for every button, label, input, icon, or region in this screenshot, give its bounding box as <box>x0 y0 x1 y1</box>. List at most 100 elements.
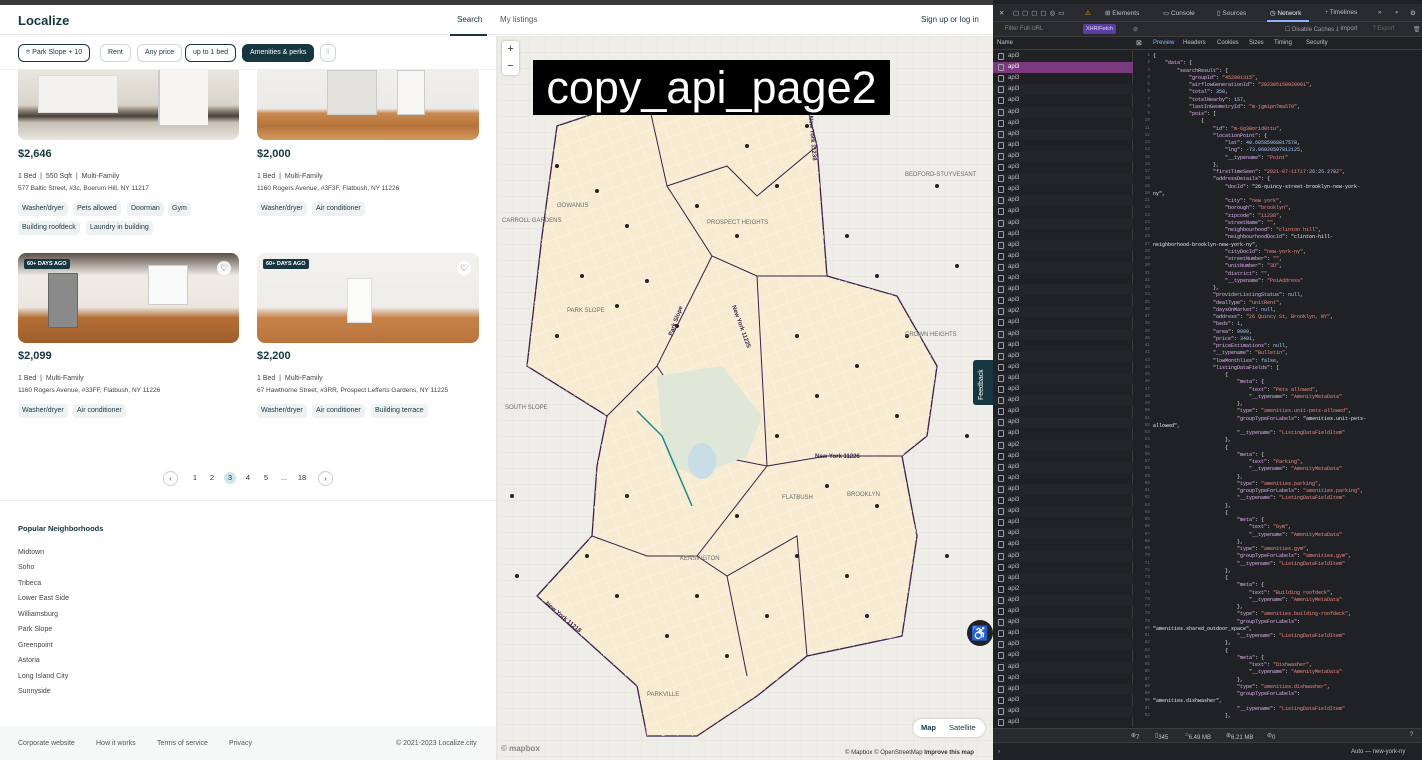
network-request-row[interactable]: api3 <box>993 273 1133 284</box>
improve-map-link[interactable]: Improve this map <box>924 750 974 756</box>
subtab-timing[interactable]: Timing <box>1274 40 1292 46</box>
amenities-filter-chip[interactable]: Amenities & perks <box>242 44 315 62</box>
network-request-row[interactable]: api3 <box>993 417 1133 429</box>
zoom-in-button[interactable]: + <box>502 41 519 58</box>
subtab-security[interactable]: Security <box>1306 40 1328 46</box>
network-request-row[interactable]: api3 <box>993 395 1133 407</box>
search-icon[interactable]: ⌕ <box>1395 9 1399 17</box>
network-request-row[interactable]: api3 <box>993 317 1133 328</box>
nav-search[interactable]: Search <box>457 15 482 24</box>
neighborhood-link[interactable]: Astoria <box>18 657 40 664</box>
deal-filter-chip[interactable]: Rent <box>100 44 131 62</box>
network-request-row[interactable]: api3 <box>993 572 1133 584</box>
disable-caches-toggle[interactable]: ☐ Disable Caches <box>1285 26 1334 33</box>
footer-link[interactable]: Terms of service <box>157 740 208 747</box>
page-link[interactable]: 2 <box>206 473 218 482</box>
neighborhood-link[interactable]: Greenpoint <box>18 642 53 649</box>
network-request-row[interactable]: api3 <box>993 350 1133 362</box>
neighborhood-link[interactable]: Williamsburg <box>18 611 58 618</box>
tab-sources[interactable]: ▯ Sources <box>1217 9 1246 17</box>
network-request-row[interactable]: api3 <box>993 695 1133 706</box>
neighborhood-link[interactable]: Tribeca <box>18 580 41 587</box>
favorite-heart-icon[interactable]: ♡ <box>217 261 231 275</box>
feedback-tab[interactable]: Feedback <box>973 360 993 405</box>
network-request-row[interactable]: api3 <box>993 495 1133 506</box>
network-request-row[interactable]: api3 <box>993 229 1133 240</box>
neighborhood-link[interactable]: Long Island City <box>18 673 68 680</box>
close-icon[interactable]: ✕ <box>999 9 1004 17</box>
network-request-row[interactable]: api3 <box>993 406 1133 417</box>
logo[interactable]: Localize <box>18 13 69 28</box>
network-request-row[interactable]: api3 <box>993 128 1133 140</box>
network-request-row[interactable]: api3 <box>993 461 1133 473</box>
map-toggle-option[interactable]: Map <box>921 719 936 737</box>
footer-link[interactable]: Corporate website <box>18 740 75 747</box>
network-request-row[interactable]: api3 <box>993 184 1133 195</box>
subtab-preview[interactable]: Preview <box>1153 40 1174 46</box>
tab-timelines[interactable]: ◔ Timelines <box>1324 9 1357 16</box>
network-request-row[interactable]: api3 <box>993 73 1133 84</box>
network-request-row[interactable]: api3 <box>993 206 1133 217</box>
page-link[interactable]: 1 <box>189 473 201 482</box>
network-request-row[interactable]: api3 <box>993 528 1133 540</box>
tab-console[interactable]: ▭ Console <box>1163 9 1195 17</box>
listing-photo[interactable] <box>18 70 239 140</box>
neighborhood-link[interactable]: Lower East Side <box>18 595 69 602</box>
network-request-row[interactable]: api3 <box>993 95 1133 106</box>
network-request-row[interactable]: api3 <box>993 328 1133 340</box>
help-icon[interactable]: ? <box>1410 732 1413 738</box>
network-request-row[interactable]: api3 <box>993 517 1133 528</box>
trash-icon[interactable]: 🗑 <box>1413 26 1421 33</box>
network-request-row[interactable]: api3 <box>993 362 1133 373</box>
nav-my-listings[interactable]: My listings <box>500 15 537 24</box>
network-request-row[interactable]: api3 <box>993 62 1133 74</box>
network-request-row[interactable]: api3 <box>993 261 1133 273</box>
network-request-row[interactable]: api3 <box>993 150 1133 162</box>
price-filter-chip[interactable]: Any price <box>137 44 183 62</box>
page-link[interactable]: 18 <box>295 473 309 482</box>
signup-login-link[interactable]: Sign up or log in <box>921 15 979 24</box>
network-request-row[interactable]: api3 <box>993 428 1133 439</box>
network-request-row[interactable]: api3 <box>993 539 1133 550</box>
import-button[interactable]: ⤓ Import <box>1336 26 1357 33</box>
map-canvas[interactable]: GOWANUS CARROLL GARDENS PROSPECT HEIGHTS… <box>497 36 993 760</box>
network-request-row[interactable]: api3 <box>993 617 1133 629</box>
filter-url-input[interactable]: Filter Full URL <box>997 24 1079 34</box>
accessibility-icon[interactable]: ♿ <box>967 620 993 646</box>
network-request-row[interactable]: api3 <box>993 483 1133 495</box>
network-request-row[interactable]: api3 <box>993 251 1133 262</box>
network-request-row[interactable]: api3 <box>993 661 1133 673</box>
tab-network[interactable]: ◷ Network <box>1270 9 1301 17</box>
close-detail-icon[interactable]: ⊠ <box>1136 39 1142 47</box>
warning-icon[interactable]: ⚠ <box>1085 9 1091 17</box>
network-request-row[interactable]: api3 <box>993 295 1133 306</box>
network-request-row[interactable]: api3 <box>993 195 1133 207</box>
network-request-row[interactable]: api3 <box>993 594 1133 606</box>
network-request-row[interactable]: api3 <box>993 162 1133 173</box>
network-request-row[interactable]: api3 <box>993 340 1133 351</box>
footer-link[interactable]: How it works <box>96 740 136 747</box>
network-request-row[interactable]: api3 <box>993 217 1133 229</box>
network-request-row[interactable]: api3 <box>993 451 1133 462</box>
favorite-heart-icon[interactable]: ♡ <box>457 261 471 275</box>
clear-filter-icon[interactable]: ⊘ <box>1133 26 1138 33</box>
network-request-row[interactable]: api3 <box>993 84 1133 96</box>
layout-icons[interactable]: ▢▢▢▢◎▭ <box>1013 9 1067 17</box>
settings-icon[interactable]: ⚙ <box>1410 9 1416 17</box>
network-request-row[interactable]: api3 <box>993 372 1133 384</box>
footer-link[interactable]: Privacy <box>229 740 252 747</box>
network-request-row[interactable]: api3 <box>993 106 1133 118</box>
subtab-cookies[interactable]: Cookies <box>1217 40 1239 46</box>
beds-filter-chip[interactable]: up to 1 bed <box>185 44 237 62</box>
neighborhood-link[interactable]: Sunnyside <box>18 688 51 695</box>
network-request-row[interactable]: api3 <box>993 506 1133 518</box>
export-button[interactable]: ⤒ Export <box>1373 26 1395 33</box>
subtab-sizes[interactable]: Sizes <box>1249 40 1264 46</box>
network-request-row[interactable]: api3 <box>993 140 1133 151</box>
network-request-row[interactable]: api3 <box>993 284 1133 296</box>
context-selector[interactable]: Auto — new-york-ny <box>1351 749 1405 755</box>
sliders-icon[interactable]: ⫶⫶ <box>320 44 336 62</box>
page-link[interactable]: 4 <box>242 473 254 482</box>
page-link[interactable]: 5 <box>260 473 272 482</box>
network-request-row[interactable]: api2 <box>993 584 1133 595</box>
